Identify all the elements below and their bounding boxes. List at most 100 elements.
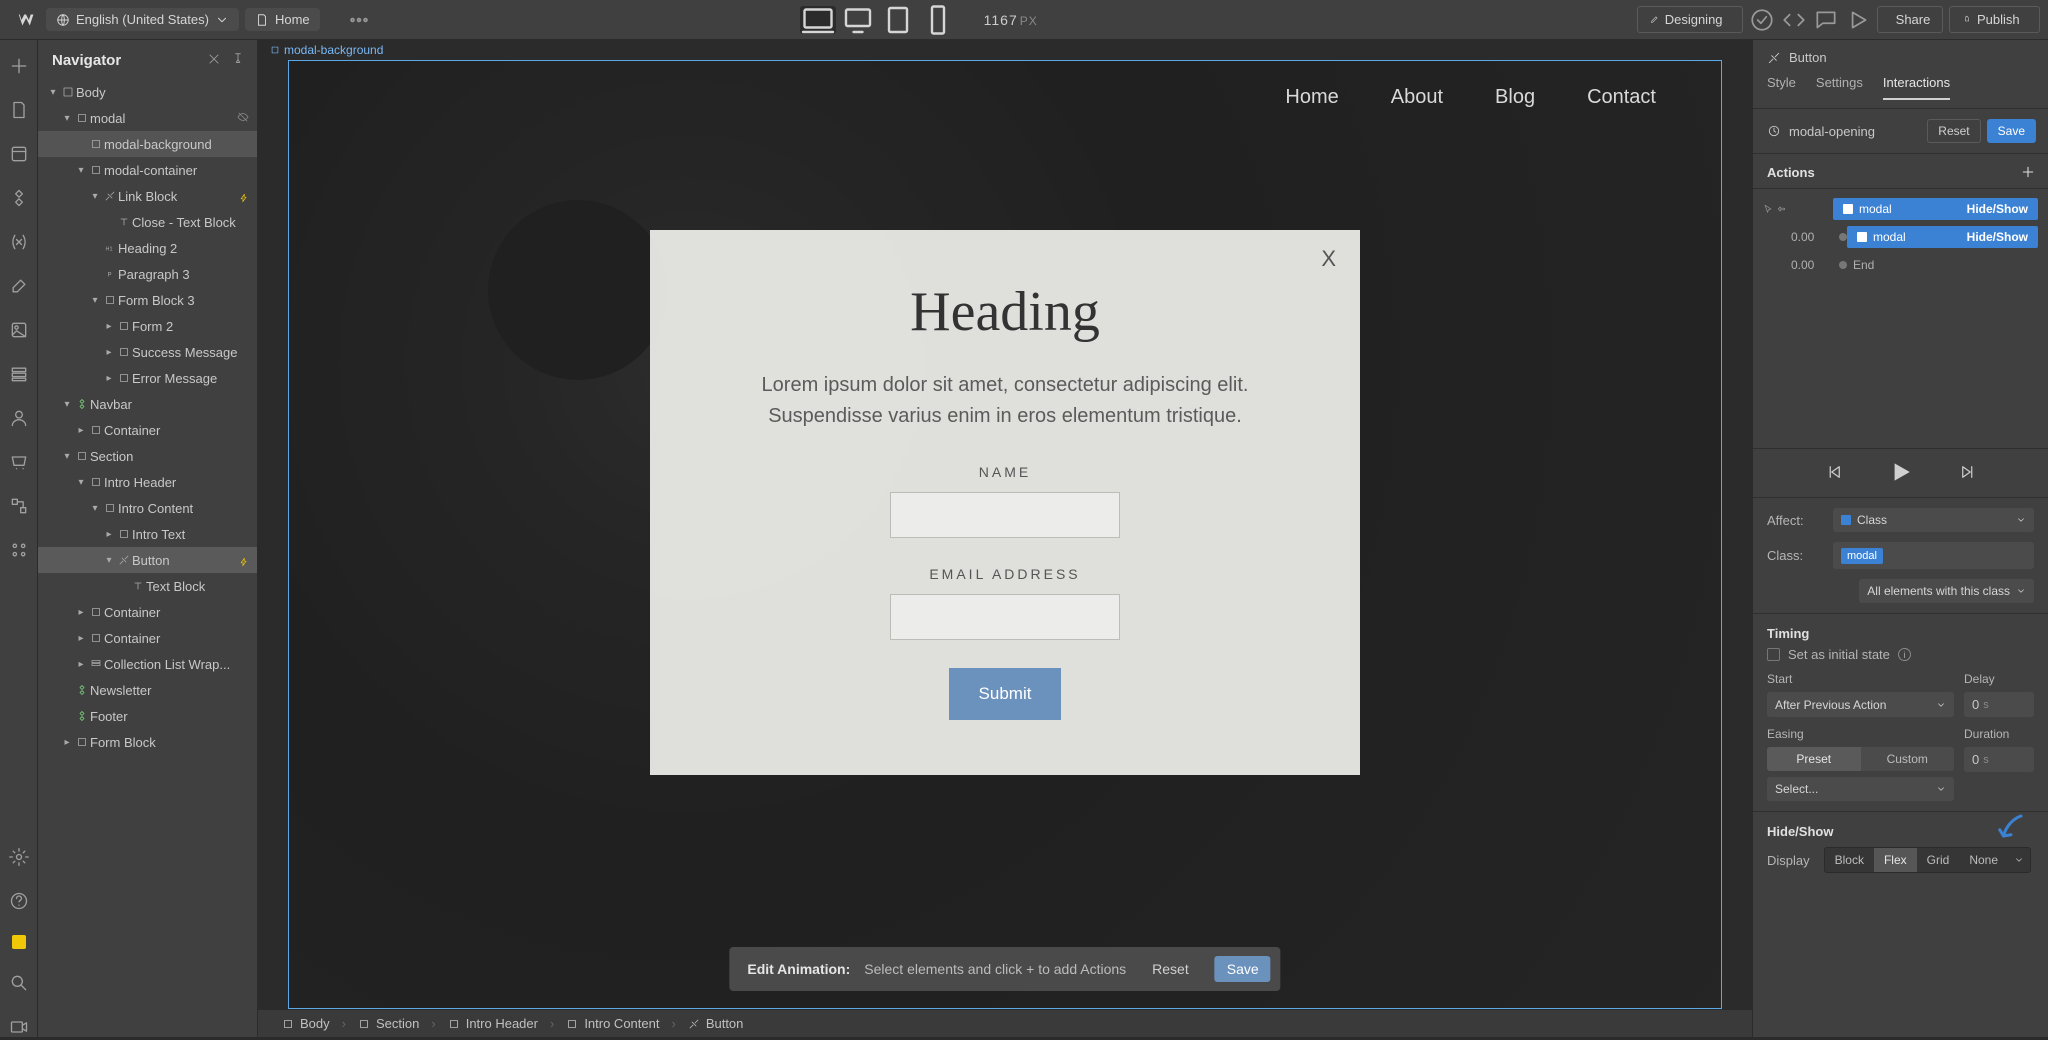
tree-row[interactable]: ▾Body xyxy=(38,79,257,105)
publish-button[interactable]: Publish xyxy=(1949,6,2040,33)
duration-input[interactable]: 0s xyxy=(1964,747,2034,772)
mobile-icon[interactable] xyxy=(920,6,956,34)
share-button[interactable]: Share xyxy=(1877,6,1944,33)
class-scope-select[interactable]: All elements with this class xyxy=(1859,579,2034,603)
tree-row[interactable]: Close - Text Block xyxy=(38,209,257,235)
tree-row[interactable]: modal-background xyxy=(38,131,257,157)
easing-segment[interactable]: Preset Custom xyxy=(1767,747,1954,771)
tree-row[interactable]: ▾Section xyxy=(38,443,257,469)
add-icon[interactable] xyxy=(9,56,29,76)
assets-icon[interactable] xyxy=(9,320,29,340)
edit-anim-save[interactable]: Save xyxy=(1215,956,1271,982)
affect-select[interactable]: Class xyxy=(1833,508,2034,532)
duration-label: Duration xyxy=(1964,727,2034,741)
edit-anim-label: Edit Animation: xyxy=(747,961,850,977)
breadcrumb-item[interactable]: Button xyxy=(678,1010,754,1037)
actions-title: Actions xyxy=(1767,165,1815,180)
info-icon[interactable]: i xyxy=(1898,648,1911,661)
cms-icon[interactable] xyxy=(9,364,29,384)
desktop-icon[interactable] xyxy=(840,6,876,34)
pin-icon[interactable] xyxy=(231,52,245,69)
mode-toggle[interactable]: Designing xyxy=(1637,6,1743,33)
next-frame-icon[interactable] xyxy=(1959,463,1977,484)
delay-input[interactable]: 0s xyxy=(1964,692,2034,717)
styles-icon[interactable] xyxy=(9,276,29,296)
close-icon[interactable] xyxy=(207,52,221,69)
tab-interactions[interactable]: Interactions xyxy=(1883,75,1950,100)
action-chip[interactable]: modal Hide/Show xyxy=(1847,226,2038,248)
tree-row[interactable]: ▸Container xyxy=(38,599,257,625)
ecommerce-icon[interactable] xyxy=(9,452,29,472)
breadcrumb-item[interactable]: Section xyxy=(348,1010,429,1037)
tree-row[interactable]: ▾Form Block 3 xyxy=(38,287,257,313)
class-input[interactable]: modal xyxy=(1833,542,2034,569)
start-select[interactable]: After Previous Action xyxy=(1767,692,1954,717)
desktop-large-icon[interactable] xyxy=(800,6,836,34)
users-icon[interactable] xyxy=(9,408,29,428)
tree-row[interactable]: ▾modal xyxy=(38,105,257,131)
element-tree[interactable]: ▾Body▾modalmodal-background▾modal-contai… xyxy=(38,79,257,1037)
locale-selector[interactable]: English (United States) xyxy=(46,8,239,31)
tree-row[interactable]: ▸Form Block xyxy=(38,729,257,755)
tree-row[interactable]: ▸Collection List Wrap... xyxy=(38,651,257,677)
apps-icon[interactable] xyxy=(9,540,29,560)
tree-row[interactable]: ▾Link Block xyxy=(38,183,257,209)
selection-crumb[interactable]: modal-background xyxy=(270,43,383,57)
settings-icon[interactable] xyxy=(9,847,29,867)
easing-select[interactable]: Select... xyxy=(1767,777,1954,801)
tree-row[interactable]: ▾Intro Header xyxy=(38,469,257,495)
tree-row[interactable]: ▸Intro Text xyxy=(38,521,257,547)
add-action-icon[interactable] xyxy=(2020,164,2036,180)
tree-row[interactable]: Footer xyxy=(38,703,257,729)
variables-icon[interactable] xyxy=(9,232,29,252)
tree-row[interactable]: ▸Container xyxy=(38,417,257,443)
initial-state-checkbox[interactable] xyxy=(1767,648,1780,661)
tree-row[interactable]: H1Heading 2 xyxy=(38,235,257,261)
breadcrumb-item[interactable]: Intro Content xyxy=(556,1010,669,1037)
anim-reset-button[interactable]: Reset xyxy=(1927,119,1980,143)
nav-link: Home xyxy=(1285,86,1338,109)
anim-save-button[interactable]: Save xyxy=(1987,119,2036,143)
pages-icon[interactable] xyxy=(9,100,29,120)
tree-row[interactable]: Text Block xyxy=(38,573,257,599)
tab-settings[interactable]: Settings xyxy=(1816,75,1863,100)
play-icon[interactable] xyxy=(1887,459,1915,487)
tree-row[interactable]: ▸Error Message xyxy=(38,365,257,391)
display-segment[interactable]: Block Flex Grid None xyxy=(1824,847,2031,873)
nav-link: About xyxy=(1391,86,1443,109)
breadcrumb-item[interactable]: Body xyxy=(272,1010,340,1037)
help-icon[interactable] xyxy=(9,891,29,911)
tree-row[interactable]: ▸Success Message xyxy=(38,339,257,365)
tree-row[interactable]: ▾Button xyxy=(38,547,257,573)
logic-icon[interactable] xyxy=(9,496,29,516)
tree-row[interactable]: ▸Form 2 xyxy=(38,313,257,339)
comment-icon[interactable] xyxy=(1813,7,1839,33)
timeline: modal Hide/Show 0.00 modal Hide/Show 0.0… xyxy=(1753,189,2048,449)
preview-icon[interactable] xyxy=(1845,7,1871,33)
warning-icon[interactable] xyxy=(12,935,26,949)
tab-style[interactable]: Style xyxy=(1767,75,1796,100)
tree-row[interactable]: ▾Navbar xyxy=(38,391,257,417)
delay-label: Delay xyxy=(1964,672,2034,686)
breadcrumb-bar: Body›Section›Intro Header›Intro Content›… xyxy=(258,1009,1752,1037)
tree-row[interactable]: ▸Container xyxy=(38,625,257,651)
edit-anim-reset[interactable]: Reset xyxy=(1140,956,1201,982)
check-icon[interactable] xyxy=(1749,7,1775,33)
video-icon[interactable] xyxy=(9,1017,29,1037)
tree-row[interactable]: ▾modal-container xyxy=(38,157,257,183)
site-preview[interactable]: Home About Blog Contact X Heading Lorem … xyxy=(288,60,1722,1009)
breadcrumb-item[interactable]: Intro Header xyxy=(438,1010,548,1037)
prev-frame-icon[interactable] xyxy=(1825,463,1843,484)
more-icon[interactable] xyxy=(346,7,372,33)
navigator-icon[interactable] xyxy=(9,144,29,164)
tree-row[interactable]: PParagraph 3 xyxy=(38,261,257,287)
webflow-logo-icon[interactable] xyxy=(16,9,38,31)
code-icon[interactable] xyxy=(1781,7,1807,33)
search-icon[interactable] xyxy=(9,973,29,993)
tree-row[interactable]: ▾Intro Content xyxy=(38,495,257,521)
page-selector[interactable]: Home xyxy=(245,8,320,31)
tablet-icon[interactable] xyxy=(880,6,916,34)
action-chip[interactable]: modal Hide/Show xyxy=(1833,198,2038,220)
tree-row[interactable]: Newsletter xyxy=(38,677,257,703)
components-icon[interactable] xyxy=(9,188,29,208)
